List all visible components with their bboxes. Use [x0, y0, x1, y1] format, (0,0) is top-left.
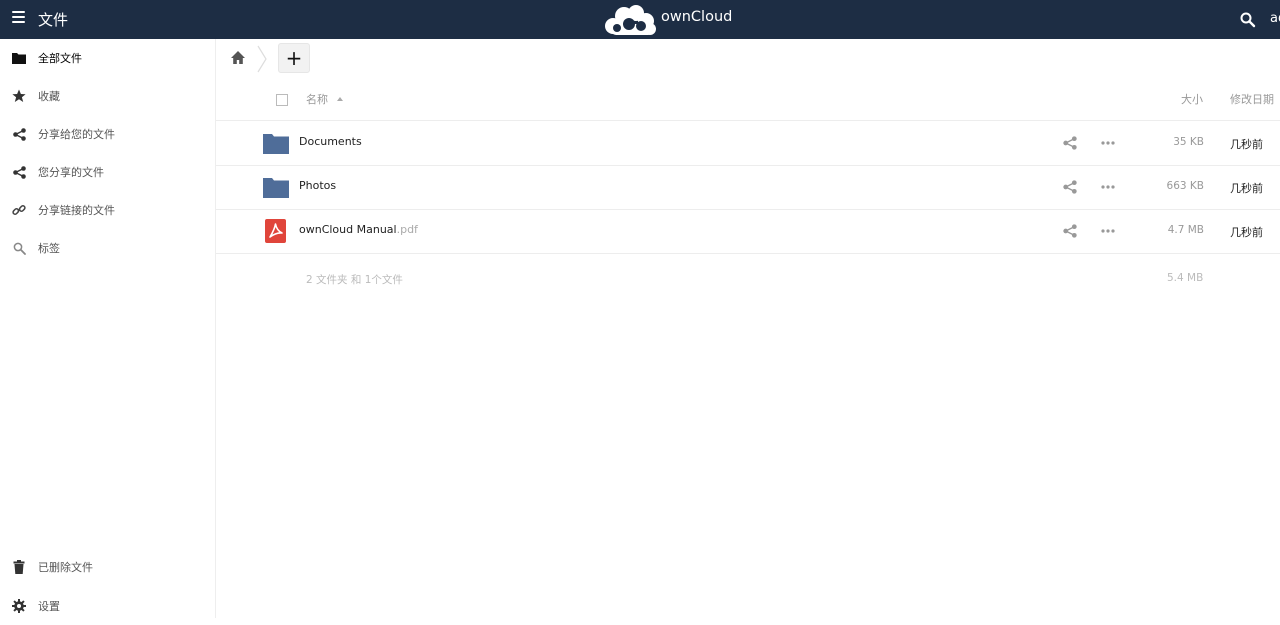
home-icon[interactable]: [229, 49, 247, 67]
sidebar-item-label: 您分享的文件: [38, 166, 104, 179]
more-options-icon[interactable]: [1101, 141, 1115, 145]
sidebar-item-shared-with-you[interactable]: 分享给您的文件: [0, 115, 215, 153]
file-name[interactable]: ownCloud Manual.pdf: [299, 223, 418, 236]
file-modified: 几秒前: [1230, 138, 1263, 151]
user-menu[interactable]: ad: [1270, 11, 1280, 26]
row-divider: [216, 253, 1280, 254]
more-options-icon[interactable]: [1101, 185, 1115, 189]
brand-name: ownCloud: [661, 9, 733, 25]
sidebar-item-label: 设置: [38, 600, 60, 613]
sidebar-item-label: 分享链接的文件: [38, 204, 115, 217]
file-name[interactable]: Photos: [299, 179, 336, 192]
breadcrumb-separator-icon: [257, 45, 267, 73]
column-header-size[interactable]: 大小: [1181, 91, 1203, 107]
sidebar-item-label: 收藏: [38, 90, 60, 103]
share-icon: [11, 164, 27, 180]
share-icon[interactable]: [1063, 136, 1077, 150]
hamburger-menu-icon[interactable]: [12, 11, 25, 28]
link-icon: [11, 202, 27, 218]
file-modified: 几秒前: [1230, 226, 1263, 239]
sidebar-item-settings[interactable]: 设置: [0, 587, 215, 625]
sidebar-item-shared-with-others[interactable]: 您分享的文件: [0, 153, 215, 191]
app-title[interactable]: 文件: [38, 9, 68, 30]
select-all-checkbox[interactable]: [276, 94, 288, 106]
file-size: 663 KB: [1166, 180, 1204, 192]
search-icon[interactable]: [1240, 12, 1256, 28]
sidebar-item-label: 标签: [38, 242, 60, 255]
total-size: 5.4 MB: [1167, 272, 1204, 284]
share-icon[interactable]: [1063, 180, 1077, 194]
file-size: 4.7 MB: [1167, 224, 1204, 236]
file-summary: 2 文件夹 和 1个文件: [306, 274, 403, 286]
column-header-modified[interactable]: 修改日期: [1230, 91, 1274, 107]
pdf-file-icon: [265, 219, 286, 243]
owncloud-logo-icon[interactable]: [603, 4, 659, 36]
sidebar: 全部文件 收藏 分享给您的文件 您分享的文件 分享链接的文件 标签 已删除文件 …: [0, 39, 216, 618]
folder-icon: [263, 178, 289, 198]
sort-ascending-icon: [337, 97, 343, 101]
share-icon: [11, 126, 27, 142]
table-row[interactable]: Photos 663 KB 几秒前: [216, 165, 1280, 209]
top-header: 文件 ownCloud ad: [0, 0, 1280, 39]
search-icon: [11, 240, 27, 256]
folder-icon: [11, 50, 27, 66]
file-size: 35 KB: [1173, 136, 1204, 148]
table-row[interactable]: ownCloud Manual.pdf 4.7 MB 几秒前: [216, 209, 1280, 253]
new-file-button[interactable]: +: [278, 43, 310, 73]
trash-icon: [11, 559, 27, 575]
table-row[interactable]: Documents 35 KB 几秒前: [216, 121, 1280, 165]
sidebar-item-shared-by-link[interactable]: 分享链接的文件: [0, 191, 215, 229]
sidebar-item-label: 已删除文件: [38, 561, 93, 574]
column-header-name[interactable]: 名称: [306, 91, 328, 107]
file-name[interactable]: Documents: [299, 135, 362, 148]
sidebar-item-deleted-files[interactable]: 已删除文件: [0, 548, 215, 586]
sidebar-item-tags[interactable]: 标签: [0, 229, 215, 267]
more-options-icon[interactable]: [1101, 229, 1115, 233]
folder-icon: [263, 134, 289, 154]
file-modified: 几秒前: [1230, 182, 1263, 195]
sidebar-item-label: 分享给您的文件: [38, 128, 115, 141]
star-icon: [11, 88, 27, 104]
share-icon[interactable]: [1063, 224, 1077, 238]
sidebar-item-all-files[interactable]: 全部文件: [0, 39, 215, 77]
gear-icon: [11, 598, 27, 614]
sidebar-item-label: 全部文件: [38, 52, 82, 65]
sidebar-item-favorites[interactable]: 收藏: [0, 77, 215, 115]
